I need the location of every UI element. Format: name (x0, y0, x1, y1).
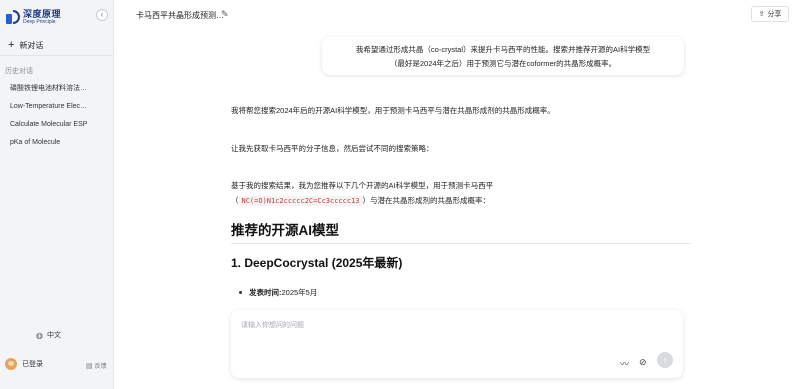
collapse-sidebar-button[interactable]: ‹ (96, 9, 108, 21)
attachment-icon[interactable]: ⊘ (639, 357, 647, 368)
conversation-title: 卡马西平共晶形成预测… (136, 11, 224, 20)
history-list: 磷酸铁锂电池材料溶法… Low-Temperature Elec… Calcul… (0, 80, 113, 152)
response-paragraph: 让我先获取卡马西平的分子信息，然后尝试不同的搜索策略： (231, 144, 434, 153)
bullet-label: 发表时间: (249, 288, 282, 297)
model-heading: 1. DeepCocrystal (2025年最新) (231, 256, 403, 270)
user-message: 我希望通过形成共晶（co-crystal）来提升卡马西平的性能。搜索并推荐开源的… (322, 37, 684, 75)
app-logo[interactable]: 深度原理 Deep Principle (6, 9, 61, 25)
history-item[interactable]: pKa of Molecule (0, 134, 113, 152)
history-item[interactable]: Low-Temperature Elec… (0, 98, 113, 116)
history-item[interactable]: 磷酸铁锂电池材料溶法… (0, 80, 113, 98)
user-message-line: （最好是2024年之后）用于预测它与潜在coformer的共晶形成概率。 (389, 59, 617, 68)
bullet-value: 2025年5月 (281, 288, 318, 297)
section-heading: 推荐的开源AI模型 (231, 219, 691, 244)
feedback-icon: ▤ (86, 362, 93, 370)
paren-close-text: ）与潜在共晶形成剂的共晶形成概率： (362, 196, 491, 205)
user-status: 已登录 (22, 361, 43, 368)
chat-input-placeholder[interactable]: 请输入你想问的问题 (241, 320, 304, 330)
share-icon: ⇪ (758, 11, 765, 18)
feedback-label: 反馈 (94, 364, 107, 370)
globe-icon: ◍ (36, 330, 43, 340)
share-label: 分享 (767, 11, 782, 18)
smiles-code: NC(=O)N1c2ccccc2C=Cc3ccccc13 (238, 196, 363, 206)
bullet-dot (239, 291, 242, 294)
language-selector[interactable]: ◍ 中文 (36, 330, 61, 340)
logo-name-en: Deep Principle (23, 18, 56, 25)
response-paragraph: 基于我的搜索结果，我为您推荐以下几个开源的AI科学模型，用于预测卡马西平 (231, 181, 494, 190)
chevron-left-icon: ‹ (100, 10, 104, 19)
avatar (5, 358, 17, 370)
response-paragraph: （NC(=O)N1c2ccccc2C=Cc3ccccc13 ）与潜在共晶形成剂的共… (231, 195, 490, 206)
new-chat-label: 新对话 (19, 41, 44, 50)
history-item[interactable]: Calculate Molecular ESP (0, 116, 113, 134)
list-item: 发表时间: 2025年5月 (239, 287, 317, 298)
user-message-line: 我希望通过形成共晶（co-crystal）来提升卡马西平的性能。搜索并推荐开源的… (355, 45, 651, 54)
user-profile[interactable]: 已登录 (5, 358, 43, 370)
paren-open: （ (231, 196, 239, 205)
share-button[interactable]: ⇪ 分享 (751, 6, 789, 22)
arrow-up-icon: ↑ (662, 355, 668, 365)
edit-title-icon[interactable]: ✎ (221, 9, 229, 20)
chart-tool-icon[interactable]: 〰 (620, 357, 629, 370)
logo-icon (6, 10, 20, 24)
new-chat-button[interactable]: + 新对话 (0, 36, 113, 56)
language-label: 中文 (46, 332, 61, 339)
response-paragraph: 我将帮您搜索2024年后的开源AI科学模型，用于预测卡马西平与潜在共晶形成剂的共… (231, 106, 555, 115)
chat-input-box[interactable]: 请输入你想问的问题 〰 ⊘ ↑ (231, 310, 683, 378)
history-title: 历史对话 (5, 68, 33, 75)
plus-icon: + (8, 39, 15, 51)
send-button[interactable]: ↑ (657, 352, 673, 368)
sidebar: 深度原理 Deep Principle ‹ + 新对话 历史对话 磷酸铁锂电池材… (0, 0, 114, 389)
logo-name-cn: 深度原理 (23, 8, 62, 19)
feedback-button[interactable]: ▤ 反馈 (86, 361, 107, 371)
